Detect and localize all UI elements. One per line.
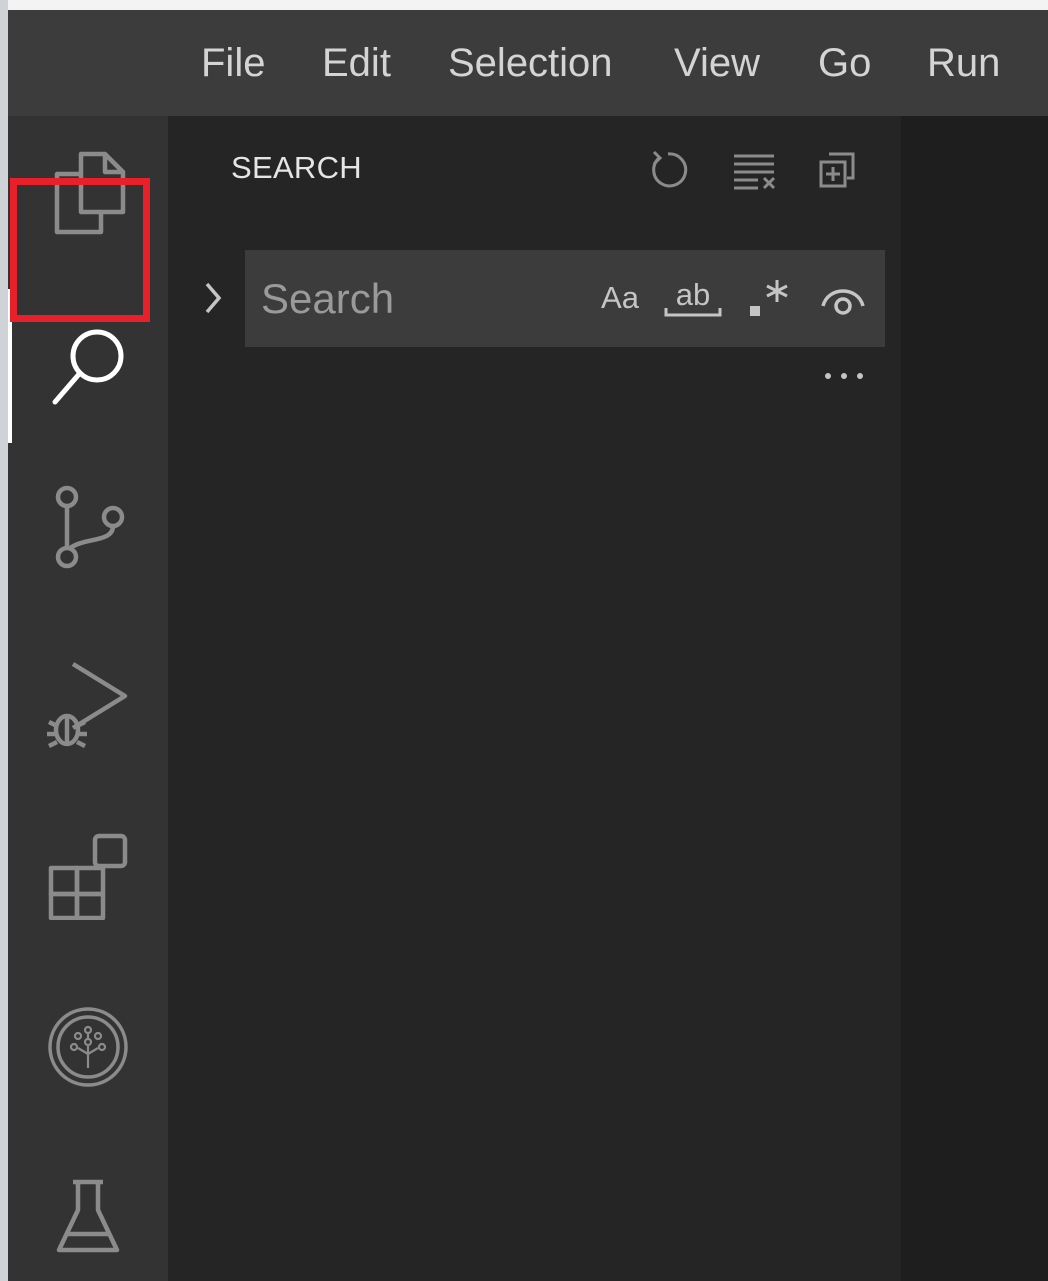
activity-testing[interactable]: [8, 1140, 168, 1281]
clear-results-button[interactable]: [728, 144, 780, 196]
match-case-label: Aa: [601, 280, 639, 315]
extensions-icon: [48, 833, 128, 920]
collapse-all-icon: [819, 152, 855, 188]
beaker-icon: [56, 1179, 120, 1253]
tree-circle-icon: [48, 1007, 128, 1087]
search-box: Aa ab: [245, 250, 885, 347]
ellipsis-icon: [825, 373, 863, 379]
match-whole-word-button[interactable]: ab: [663, 272, 723, 324]
eye-icon: [821, 289, 865, 315]
menu-bar: File Edit Selection View Go Run: [8, 10, 1048, 116]
search-input[interactable]: [261, 250, 581, 347]
toggle-replace-button[interactable]: [198, 278, 228, 318]
whole-word-underline-icon: [664, 308, 722, 317]
menu-view[interactable]: View: [674, 10, 760, 116]
activity-tree-extension[interactable]: [8, 972, 168, 1122]
window-left-edge: [0, 0, 8, 1281]
refresh-icon: [652, 150, 688, 188]
activity-search[interactable]: [8, 290, 168, 440]
menu-selection[interactable]: Selection: [448, 10, 613, 116]
menu-edit[interactable]: Edit: [322, 10, 391, 116]
chevron-right-icon: [205, 282, 222, 314]
activity-bar: [8, 116, 168, 1281]
files-icon: [54, 151, 126, 235]
menu-go[interactable]: Go: [818, 10, 871, 116]
editor-area: [901, 116, 1048, 1281]
window-top-edge: [8, 0, 1048, 10]
source-control-icon: [55, 485, 125, 569]
clear-results-icon: [734, 154, 776, 190]
regex-icon: [750, 280, 788, 316]
activity-explorer[interactable]: [8, 116, 168, 266]
vscode-window: File Edit Selection View Go Run SEARCH S…: [0, 0, 1048, 1281]
activity-source-control[interactable]: [8, 451, 168, 601]
match-case-button[interactable]: Aa: [595, 272, 645, 324]
collapse-all-button[interactable]: [811, 144, 863, 196]
sidebar-title: SEARCH: [231, 150, 362, 185]
refresh-button[interactable]: [642, 144, 694, 196]
activity-extensions[interactable]: [8, 800, 168, 950]
search-icon: [52, 329, 124, 405]
use-regex-button[interactable]: [745, 272, 795, 324]
activity-run-debug[interactable]: [8, 625, 168, 775]
menu-file[interactable]: File: [201, 10, 265, 116]
search-details-button[interactable]: [818, 356, 870, 396]
run-debug-icon: [47, 662, 128, 749]
search-sidebar: SEARCH Search Aa ab: [168, 116, 901, 1281]
menu-run[interactable]: Run: [927, 10, 1000, 116]
preserve-case-toggle[interactable]: [817, 272, 869, 324]
